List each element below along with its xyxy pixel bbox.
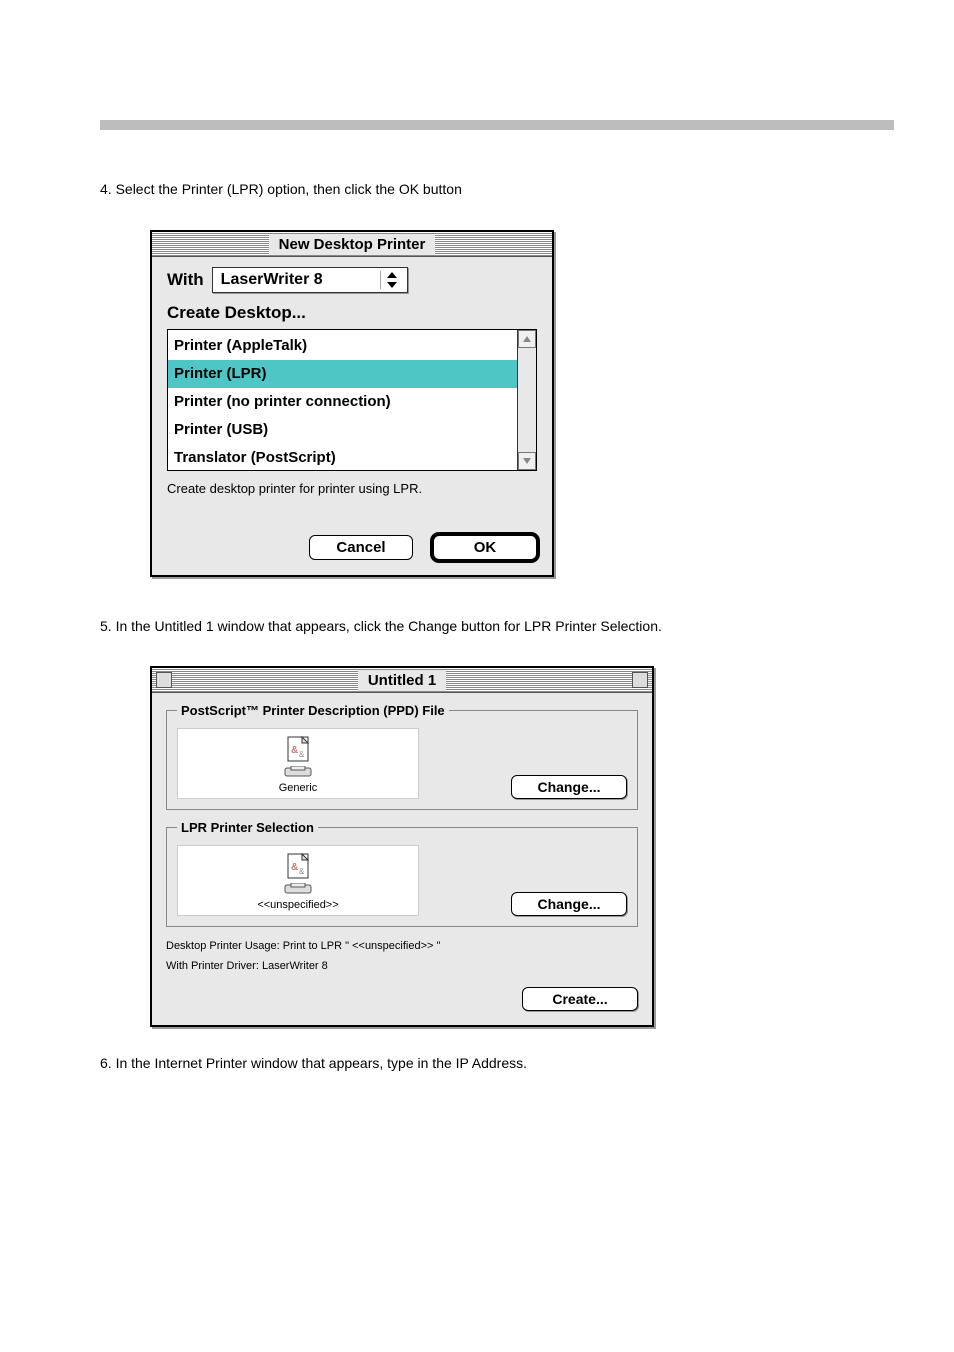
- ok-button[interactable]: OK: [433, 535, 537, 560]
- cancel-button[interactable]: Cancel: [309, 535, 413, 560]
- step-4-text: 4. Select the Printer (LPR) option, then…: [100, 180, 894, 200]
- ppd-icon-label: Generic: [279, 782, 318, 794]
- svg-text:&: &: [291, 745, 298, 756]
- list-item-appletalk[interactable]: Printer (AppleTalk): [168, 332, 517, 360]
- list-item-postscript[interactable]: Translator (PostScript): [168, 444, 517, 470]
- lpr-icon-area: & & <<unspecified>>: [177, 845, 419, 916]
- new-desktop-printer-dialog: New Desktop Printer With LaserWriter 8 C…: [150, 230, 554, 577]
- driver-text: With Printer Driver: LaserWriter 8: [166, 957, 638, 977]
- triangle-up-icon: [522, 335, 532, 343]
- list-item-usb[interactable]: Printer (USB): [168, 416, 517, 444]
- printer-icon: [283, 766, 313, 778]
- listbox-scrollbar[interactable]: [517, 330, 536, 470]
- dialog2-titlebar: Untitled 1: [152, 668, 652, 693]
- svg-text:&: &: [299, 750, 305, 759]
- lpr-selection-group: LPR Printer Selection & & <<: [166, 820, 638, 927]
- dialog1-titlebar: New Desktop Printer: [152, 232, 552, 257]
- list-item-no-connection[interactable]: Printer (no printer connection): [168, 388, 517, 416]
- selection-hint-text: Create desktop printer for printer using…: [167, 481, 537, 527]
- with-driver-dropdown[interactable]: LaserWriter 8: [212, 267, 408, 293]
- step-5-text: 5. In the Untitled 1 window that appears…: [100, 617, 894, 637]
- window-close-icon[interactable]: [156, 672, 172, 688]
- lpr-icon-label: <<unspecified>>: [257, 899, 338, 911]
- svg-text:&: &: [299, 867, 305, 876]
- svg-text:&: &: [291, 862, 298, 873]
- ppd-icon-area: & & Generic: [177, 728, 419, 799]
- create-button[interactable]: Create...: [522, 987, 638, 1011]
- untitled1-window: Untitled 1 PostScript™ Printer Descripti…: [150, 666, 654, 1027]
- postscript-document-icon: & &: [282, 852, 314, 882]
- with-driver-value: LaserWriter 8: [221, 271, 323, 289]
- dialog1-title: New Desktop Printer: [269, 234, 436, 255]
- scroll-up-button[interactable]: [518, 330, 536, 348]
- dialog2-title: Untitled 1: [358, 670, 446, 691]
- list-item-lpr[interactable]: Printer (LPR): [168, 360, 517, 388]
- printer-type-listbox: Printer (AppleTalk) Printer (LPR) Printe…: [167, 329, 537, 471]
- postscript-document-icon: & &: [282, 735, 314, 765]
- ppd-file-group: PostScript™ Printer Description (PPD) Fi…: [166, 703, 638, 810]
- ppd-change-button[interactable]: Change...: [511, 775, 627, 799]
- triangle-down-icon: [522, 457, 532, 465]
- ppd-group-title: PostScript™ Printer Description (PPD) Fi…: [177, 703, 449, 718]
- header-divider: [100, 120, 894, 130]
- usage-text: Desktop Printer Usage: Print to LPR " <<…: [166, 937, 638, 957]
- lpr-group-title: LPR Printer Selection: [177, 820, 318, 835]
- printer-icon: [283, 883, 313, 895]
- with-label: With: [167, 270, 204, 290]
- dropdown-arrows-icon: [380, 271, 401, 289]
- window-collapse-icon[interactable]: [632, 672, 648, 688]
- step-6-text: 6. In the Internet Printer window that a…: [100, 1055, 894, 1071]
- scroll-down-button[interactable]: [518, 452, 536, 470]
- lpr-change-button[interactable]: Change...: [511, 892, 627, 916]
- create-desktop-label: Create Desktop...: [167, 303, 537, 323]
